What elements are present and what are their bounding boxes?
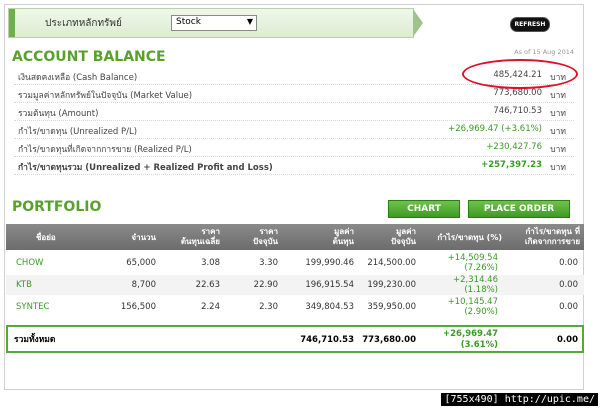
market-value-cell: 214,500.00	[367, 258, 416, 268]
row-label: เงินสดคงเหลือ (Cash Balance)	[18, 73, 138, 83]
row-value: 773,680.00	[493, 88, 542, 98]
total-pl-row: กำไร/ขาดทุนรวม (Unrealized + Realized Pr…	[14, 156, 574, 175]
cost-value-cell: 196,915.54	[305, 280, 354, 290]
security-type-value: Stock	[176, 17, 201, 27]
row-unit: บาท	[550, 91, 566, 101]
pl-pct-cell: (1.18%)	[464, 285, 498, 295]
row-value: +26,969.47 (+3.61%)	[448, 124, 542, 134]
row-unit: บาท	[550, 127, 566, 137]
pl-cell: +10,145.47	[447, 297, 498, 307]
total-pl-pct: (3.61%)	[460, 340, 498, 350]
header-pl: กำไร/ขาดทุน (%)	[437, 233, 502, 242]
header-avg-1: ราคา	[201, 227, 220, 236]
header-cost-2: ต้นทุน	[332, 237, 354, 246]
volume-cell: 65,000	[126, 258, 156, 268]
header-avg-2: ต้นทุนเฉลี่ย	[180, 237, 220, 246]
header-cur-2: ปัจจุบัน	[253, 237, 278, 246]
symbol-link[interactable]: SYNTEC	[16, 302, 49, 312]
header-mkt-2: ปัจจุบัน	[391, 237, 416, 246]
total-pl: +26,969.47	[443, 329, 498, 339]
row-value: +257,397.23	[481, 160, 542, 170]
page: ประเภทหลักทรัพย์ Stock ▼ REFRESH ACCOUNT…	[0, 0, 600, 408]
row-label: กำไร/ขาดทุนที่เกิดจากการขาย (Realized P/…	[18, 145, 192, 155]
portfolio-total-row: รวมทั้งหมด 746,710.53 773,680.00 +26,969…	[6, 325, 584, 353]
row-unit: บาท	[550, 109, 566, 119]
total-realized: 0.00	[557, 335, 578, 345]
total-market-value: 773,680.00	[362, 335, 416, 345]
symbol-link[interactable]: KTB	[16, 280, 32, 290]
header-mkt-1: มูลค่า	[395, 227, 416, 236]
pl-pct-cell: (7.26%)	[464, 263, 498, 273]
header-cur-1: ราคา	[259, 227, 278, 236]
avg-cost-cell: 2.24	[201, 302, 220, 312]
refresh-button[interactable]: REFRESH	[510, 17, 550, 32]
place-order-button[interactable]: PLACE ORDER	[468, 200, 570, 218]
table-row: SYNTEC 156,500 2.24 2.30 349,804.53 359,…	[6, 297, 584, 317]
current-price-cell: 3.30	[259, 258, 278, 268]
portfolio-table-header: ชื่อย่อ จำนวน ราคา ต้นทุนเฉลี่ย ราคา ปัจ…	[6, 224, 584, 250]
row-unit: บาท	[550, 145, 566, 155]
header-symbol: ชื่อย่อ	[36, 233, 56, 242]
avg-cost-cell: 22.63	[195, 280, 220, 290]
bar-accent	[9, 9, 15, 37]
pl-pct-cell: (2.90%)	[464, 307, 498, 317]
as-of-date: As of 15 Aug 2014	[514, 48, 574, 56]
security-type-select[interactable]: Stock ▼	[171, 15, 257, 31]
realized-pl-row: กำไร/ขาดทุนที่เกิดจากการขาย (Realized P/…	[14, 138, 574, 157]
row-label: กำไร/ขาดทุนรวม (Unrealized + Realized Pr…	[18, 163, 273, 173]
image-host-watermark: [755x490] http://upic.me/	[441, 393, 598, 406]
table-row: CHOW 65,000 3.08 3.30 199,990.46 214,500…	[6, 253, 584, 273]
security-type-label: ประเภทหลักทรัพย์	[45, 18, 122, 29]
row-label: กำไร/ขาดทุน (Unrealized P/L)	[18, 127, 138, 137]
unrealized-pl-row: กำไร/ขาดทุน (Unrealized P/L) +26,969.47 …	[14, 120, 574, 139]
cash-highlight-circle	[462, 59, 578, 89]
cost-value-cell: 199,990.46	[305, 258, 354, 268]
amount-row: รวมต้นทุน (Amount) 746,710.53 บาท	[14, 102, 574, 121]
table-row: KTB 8,700 22.63 22.90 196,915.54 199,230…	[6, 275, 584, 295]
header-realized-1: กำไร/ขาดทุน ที่	[525, 227, 580, 236]
avg-cost-cell: 3.08	[201, 258, 220, 268]
account-balance-title: ACCOUNT BALANCE	[12, 49, 166, 65]
cost-value-cell: 349,804.53	[305, 302, 354, 312]
security-type-bar: ประเภทหลักทรัพย์ Stock ▼	[8, 8, 423, 38]
chevron-down-icon: ▼	[246, 17, 253, 26]
row-label: รวมต้นทุน (Amount)	[18, 109, 99, 119]
realized-cell: 0.00	[559, 280, 578, 290]
pl-cell: +14,509.54	[447, 253, 498, 263]
total-cost: 746,710.53	[300, 335, 354, 345]
current-price-cell: 2.30	[259, 302, 278, 312]
market-value-cell: 199,230.00	[367, 280, 416, 290]
header-cost-1: มูลค่า	[333, 227, 354, 236]
header-volume: จำนวน	[131, 233, 156, 242]
row-value: 746,710.53	[493, 106, 542, 116]
realized-cell: 0.00	[559, 302, 578, 312]
header-realized-2: เกิดจากการขาย	[524, 237, 580, 246]
bar-arrow	[413, 9, 423, 37]
chart-button[interactable]: CHART	[388, 200, 460, 218]
market-value-cell: 359,950.00	[367, 302, 416, 312]
realized-cell: 0.00	[559, 258, 578, 268]
volume-cell: 8,700	[131, 280, 156, 290]
row-unit: บาท	[550, 163, 566, 173]
row-value: +230,427.76	[486, 142, 542, 152]
portfolio-title: PORTFOLIO	[12, 199, 102, 215]
symbol-link[interactable]: CHOW	[16, 258, 43, 268]
current-price-cell: 22.90	[253, 280, 278, 290]
pl-cell: +2,314.46	[453, 275, 498, 285]
row-label: รวมมูลค่าหลักทรัพย์ในปัจจุบัน (Market Va…	[18, 91, 193, 101]
total-label: รวมทั้งหมด	[14, 335, 56, 345]
volume-cell: 156,500	[120, 302, 156, 312]
